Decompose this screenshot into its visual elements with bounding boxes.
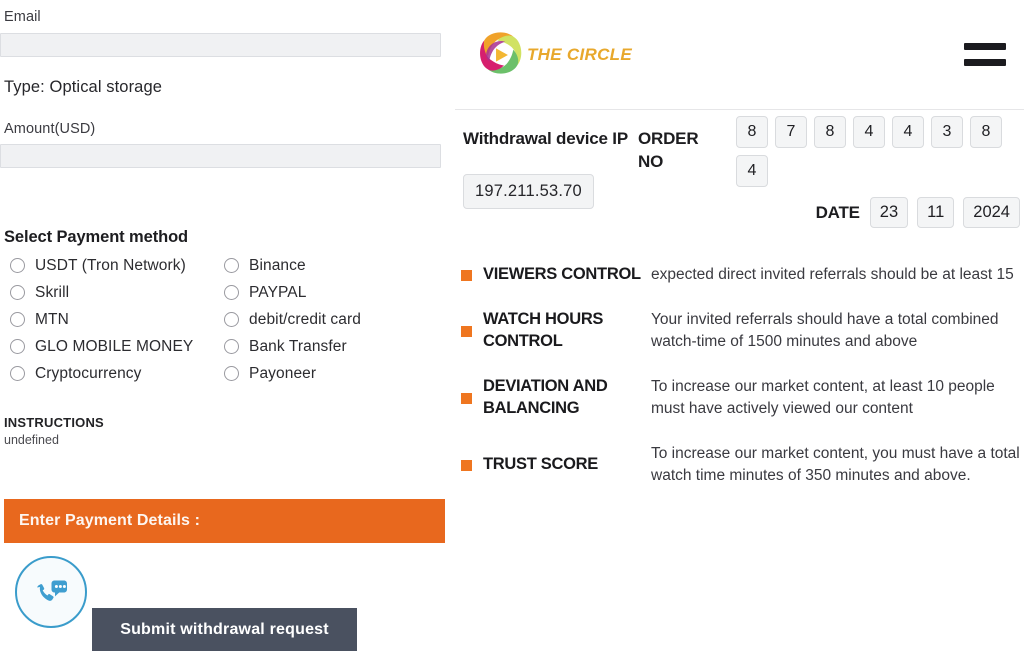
payment-option-skrill[interactable]: Skrill <box>10 279 224 306</box>
enter-payment-details-label: Enter Payment Details : <box>19 512 201 529</box>
hamburger-bar <box>964 59 1006 66</box>
order-no-label: ORDER NO <box>638 129 699 171</box>
radio-icon[interactable] <box>224 366 239 381</box>
radio-icon[interactable] <box>224 285 239 300</box>
chat-support-widget[interactable] <box>15 556 87 628</box>
payment-option-label: USDT (Tron Network) <box>35 256 186 274</box>
order-digit: 4 <box>736 155 768 187</box>
withdrawal-form-panel: Email Type: Optical storage Amount(USD) … <box>0 0 447 658</box>
payment-option-label: debit/credit card <box>249 310 361 328</box>
payment-method-title: Select Payment method <box>4 228 189 246</box>
rule-item-viewers-control: VIEWERS CONTROL expected direct invited … <box>461 264 1020 286</box>
payment-option-debit-credit-card[interactable]: debit/credit card <box>224 306 434 333</box>
payment-option-payoneer[interactable]: Payoneer <box>224 360 434 387</box>
payment-option-label: Bank Transfer <box>249 337 347 355</box>
radio-icon[interactable] <box>224 258 239 273</box>
payment-option-paypal[interactable]: PAYPAL <box>224 279 434 306</box>
rule-description: Your invited referrals should have a tot… <box>651 311 999 350</box>
payment-option-label: Binance <box>249 256 306 274</box>
site-header: THE CIRCLE <box>455 0 1024 110</box>
order-digit: 8 <box>970 116 1002 148</box>
order-digit: 4 <box>892 116 924 148</box>
radio-icon[interactable] <box>10 258 25 273</box>
rule-description: expected direct invited referrals should… <box>651 266 1014 283</box>
payment-option-label: Payoneer <box>249 364 317 382</box>
email-label: Email <box>4 9 41 25</box>
withdrawal-device-ip-label: Withdrawal device IP <box>463 129 628 148</box>
circle-swirl-logo-icon <box>480 32 522 74</box>
radio-icon[interactable] <box>10 312 25 327</box>
bullet-square-icon <box>461 325 472 337</box>
enter-payment-details-banner: Enter Payment Details : <box>4 499 445 543</box>
amount-label: Amount(USD) <box>4 121 96 137</box>
rules-list: VIEWERS CONTROL expected direct invited … <box>455 264 1024 487</box>
rule-term: WATCH HOURS CONTROL <box>483 310 604 350</box>
email-input[interactable] <box>0 33 441 57</box>
radio-icon[interactable] <box>224 312 239 327</box>
radio-icon[interactable] <box>10 285 25 300</box>
brand-name: THE CIRCLE <box>527 45 632 64</box>
bullet-square-icon <box>461 269 472 281</box>
radio-icon[interactable] <box>224 339 239 354</box>
payment-option-usdt[interactable]: USDT (Tron Network) <box>10 252 224 279</box>
rule-description: To increase our market content, at least… <box>651 378 995 417</box>
order-digit: 8 <box>814 116 846 148</box>
rule-term: TRUST SCORE <box>483 455 598 474</box>
payment-option-cryptocurrency[interactable]: Cryptocurrency <box>10 360 224 387</box>
payment-option-label: GLO MOBILE MONEY <box>35 337 194 355</box>
bullet-square-icon <box>461 459 472 471</box>
payment-option-label: Skrill <box>35 283 70 301</box>
rule-term: DEVIATION AND BALANCING <box>483 377 608 417</box>
rule-description: To increase our market content, you must… <box>651 445 1020 484</box>
brand-logo[interactable]: THE CIRCLE <box>467 22 632 88</box>
payment-option-label: PAYPAL <box>249 283 307 301</box>
radio-icon[interactable] <box>10 339 25 354</box>
rule-item-deviation-and-balancing: DEVIATION AND BALANCING To increase our … <box>461 376 1020 420</box>
rule-term: VIEWERS CONTROL <box>483 265 641 284</box>
order-digit: 4 <box>853 116 885 148</box>
date-day: 23 <box>869 197 909 228</box>
payment-option-glo-mobile-money[interactable]: GLO MOBILE MONEY <box>10 333 224 360</box>
payment-option-label: MTN <box>35 310 69 328</box>
order-number-digits: 8 7 8 4 4 3 8 4 <box>736 116 1024 187</box>
payment-method-column-right: Binance PAYPAL debit/credit card Bank Tr… <box>224 252 434 387</box>
date-month: 11 <box>917 197 955 228</box>
submit-withdrawal-request-button[interactable]: Submit withdrawal request <box>92 608 357 651</box>
bullet-square-icon <box>461 392 472 404</box>
payment-option-bank-transfer[interactable]: Bank Transfer <box>224 333 434 360</box>
order-summary-area: Withdrawal device IP ORDER NO 197.211.53… <box>455 110 1024 250</box>
date-year: 2024 <box>963 197 1020 228</box>
payment-option-label: Cryptocurrency <box>35 364 142 382</box>
order-digit: 7 <box>775 116 807 148</box>
amount-input[interactable] <box>0 144 441 168</box>
payment-option-mtn[interactable]: MTN <box>10 306 224 333</box>
rule-item-watch-hours-control: WATCH HOURS CONTROL Your invited referra… <box>461 309 1020 353</box>
payment-method-column-left: USDT (Tron Network) Skrill MTN GLO MOBIL… <box>10 252 224 387</box>
instructions-body: undefined <box>4 433 59 447</box>
radio-icon[interactable] <box>10 366 25 381</box>
order-digit: 3 <box>931 116 963 148</box>
date-label: DATE <box>815 202 860 222</box>
rule-item-trust-score: TRUST SCORE To increase our market conte… <box>461 443 1020 487</box>
hamburger-bar <box>964 43 1006 50</box>
hamburger-menu-icon[interactable] <box>964 43 1006 66</box>
phone-chat-icon <box>37 580 67 601</box>
circle-site-panel: THE CIRCLE Withdrawal device IP ORDER NO… <box>455 0 1024 658</box>
payment-option-binance[interactable]: Binance <box>224 252 434 279</box>
order-digit: 8 <box>736 116 768 148</box>
payment-method-list: USDT (Tron Network) Skrill MTN GLO MOBIL… <box>0 252 447 387</box>
type-line: Type: Optical storage <box>4 78 163 96</box>
order-date: DATE 23 11 2024 <box>816 197 1020 228</box>
page-root: Email Type: Optical storage Amount(USD) … <box>0 0 1024 658</box>
instructions-title: INSTRUCTIONS <box>4 415 104 430</box>
withdrawal-device-ip-value: 197.211.53.70 <box>463 174 594 209</box>
